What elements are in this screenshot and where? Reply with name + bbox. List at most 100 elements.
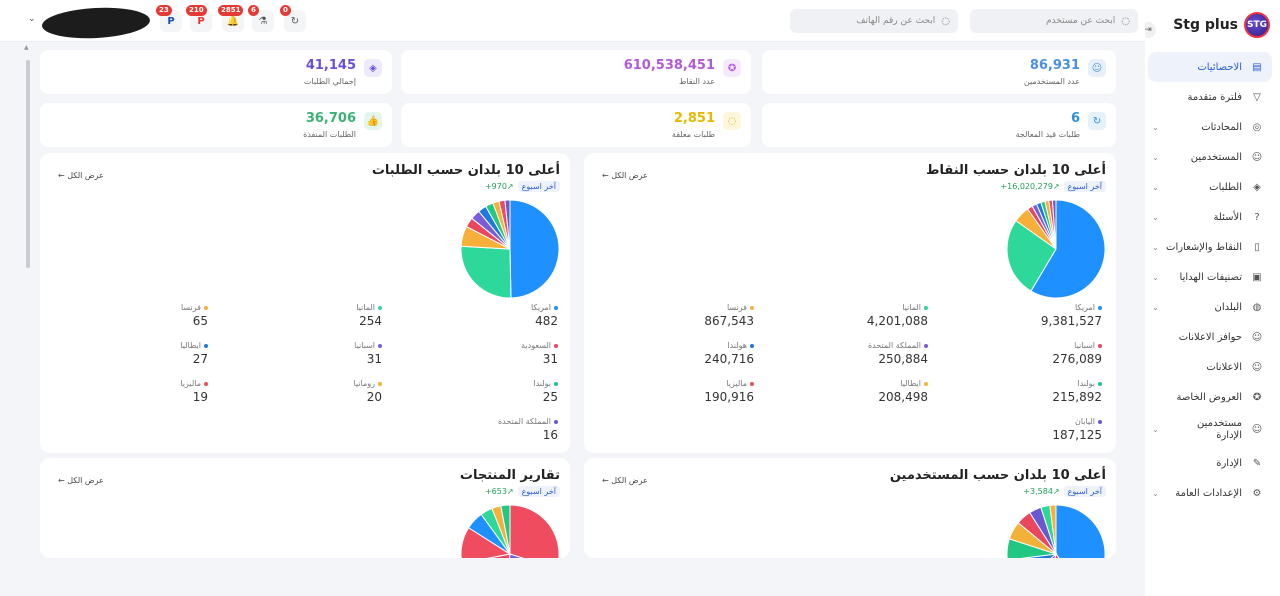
users-icon: ☺ (1088, 59, 1106, 77)
sidebar-item-label: الاعلانات (1206, 361, 1242, 373)
sidebar-item-12[interactable]: ☺ مستخدمين الإدارة ⌄ (1148, 412, 1272, 448)
legend-item: رومانيا 20 (292, 379, 382, 404)
chevron-down-icon[interactable]: ⌄ (28, 14, 36, 24)
sidebar-item-9[interactable]: ☺ حوافز الاعلانات (1148, 322, 1272, 352)
admin-icon: ✎ (1252, 457, 1262, 469)
search-phone-input[interactable]: ◌ ابحث عن رقم الهاتف (790, 9, 958, 33)
legend-name: ايطاليا (118, 341, 208, 350)
sidebar-item-10[interactable]: ☺ الاعلانات (1148, 352, 1272, 382)
legend-item: ايطاليا 27 (118, 341, 208, 366)
delta-text: 653+ (484, 487, 507, 496)
legend-dot (924, 343, 928, 348)
legend-value: 187,125 (1052, 428, 1102, 442)
legend-value: 31 (366, 352, 382, 366)
legend-name: ماليزيا (118, 379, 208, 388)
pie-slice[interactable] (509, 504, 560, 558)
sidebar-item-11[interactable]: ✪ العروض الخاصة (1148, 382, 1272, 412)
sidebar-item-label: الاحصائيات (1197, 61, 1242, 73)
sidebar-nav: ▤ الاحصائيات ▽ فلترة متقدمة ◎ المحادثات ⌄ ☺ المس… (1148, 52, 1272, 508)
badge-icon: ✪ (1252, 391, 1262, 403)
search-user-input[interactable]: ◌ ابحث عن مستخدم (970, 9, 1138, 33)
view-all-link[interactable]: عرض الكل ← (602, 476, 648, 485)
notification-badge: 210 (186, 5, 207, 16)
legend-value: 250,884 (878, 352, 928, 366)
card-title: تقارير المنتجات (459, 468, 560, 483)
refresh-button[interactable]: ↻ 0 (280, 5, 306, 32)
sidebar-item-5[interactable]: ? الأسئلة ⌄ (1148, 202, 1272, 232)
view-all-link[interactable]: عرض الكل ← (58, 476, 104, 485)
document-icon: ▯ (1254, 241, 1260, 253)
bell-icon: 🔔 (226, 15, 240, 27)
view-all-link[interactable]: عرض الكل ← (602, 171, 648, 180)
delta-text: 970+ (484, 182, 507, 191)
chevron-down-icon: ⌄ (1152, 425, 1159, 434)
flask-button[interactable]: ⚗ 6 (248, 5, 274, 32)
card-top-countries-users: أعلى 10 بلدان حسب المستخدمين آخر اسبوع ↗… (584, 458, 1116, 558)
pie-chart-orders (460, 199, 560, 299)
pie-chart-points (1006, 199, 1106, 299)
period-chip: آخر اسبوع ↗3,584+ (1023, 486, 1106, 497)
pie-slice[interactable] (460, 245, 512, 299)
legend-item: المملكة المتحدة 16 (468, 417, 558, 442)
pie-slice[interactable] (509, 199, 560, 299)
sidebar-item-2[interactable]: ◎ المحادثات ⌄ (1148, 112, 1272, 142)
brand-name: Stg plus (1173, 17, 1238, 33)
period-chip: آخر اسبوع ↗653+ (485, 486, 560, 497)
stat-label: الطلبات المنفذة (303, 130, 356, 139)
view-all-label: عرض الكل (67, 476, 104, 485)
stat-label: إجمالي الطلبات (303, 77, 356, 86)
legend-name: المملكة المتحدة (468, 417, 558, 426)
legend-item: بولندا 215,892 (1012, 379, 1102, 404)
period-chip: آخر اسبوع ↗970+ (485, 181, 560, 192)
legend-name: امريكا (468, 303, 558, 312)
card-top-countries-orders: أعلى 10 بلدان حسب الطلبات آخر اسبوع ↗970… (40, 153, 570, 453)
sidebar-item-14[interactable]: ⚙ الإعدادات العامة ⌄ (1148, 478, 1272, 508)
legend-value: 4,201,088 (866, 314, 928, 328)
legend-value: 25 (542, 390, 558, 404)
stat-card: ◈ 41,145 إجمالي الطلبات (40, 50, 392, 94)
paypal-blue-icon: P (167, 15, 175, 27)
stat-card: ☺ 86,931 عدد المستخدمين (762, 50, 1116, 94)
chevron-down-icon: ⌄ (1152, 488, 1159, 498)
legend-label: امريكا (1074, 303, 1095, 312)
search-user-placeholder: ابحث عن مستخدم (1045, 16, 1116, 26)
brand[interactable]: STG Stg plus ⇥ (1140, 10, 1270, 40)
legend-value: 208,498 (878, 390, 928, 404)
legend-dot (750, 381, 754, 386)
legend-label: المانيا (902, 303, 921, 312)
view-all-link[interactable]: عرض الكل ← (58, 171, 104, 180)
legend-dot (1098, 381, 1102, 386)
legend-item: ماليزيا 190,916 (664, 379, 754, 404)
card-title: أعلى 10 بلدان حسب المستخدمين (889, 468, 1106, 483)
sidebar-item-4[interactable]: ◈ الطلبات ⌄ (1148, 172, 1272, 202)
sidebar-item-0[interactable]: ▤ الاحصائيات (1148, 52, 1272, 82)
sidebar-item-8[interactable]: ◍ البلدان ⌄ (1148, 292, 1272, 322)
legend-label: ماليزيا (180, 379, 201, 388)
sidebar-item-3[interactable]: ☺ المستخدمين ⌄ (1148, 142, 1272, 172)
sidebar-item-label: الإدارة (1216, 457, 1242, 469)
period-label: آخر اسبوع (517, 181, 560, 192)
paypal-blue-button[interactable]: P 23 (156, 5, 182, 32)
avatar[interactable] (41, 5, 151, 41)
legend-name: بولندا (1012, 379, 1102, 388)
scrollbar-thumb[interactable] (26, 60, 30, 268)
pie-slice[interactable] (1055, 504, 1106, 558)
sidebar-item-6[interactable]: ▯ النقاط والإشعارات ⌄ (1148, 232, 1272, 262)
sidebar-item-7[interactable]: ▣ تصنيفات الهدايا ⌄ (1148, 262, 1272, 292)
legend-name: رومانيا (292, 379, 382, 388)
globe-icon: ◍ (1252, 301, 1262, 313)
sidebar-item-1[interactable]: ▽ فلترة متقدمة (1148, 82, 1272, 112)
chevron-down-icon: ⌄ (1152, 152, 1159, 162)
legend-value: 27 (192, 352, 208, 366)
scroll-up-arrow[interactable]: ▲ (24, 44, 29, 51)
paypal-red-button[interactable]: P 210 (186, 5, 212, 32)
stat-value: 86,931 (1029, 58, 1080, 73)
legend-label: بولندا (533, 379, 551, 388)
legend-dot (1098, 343, 1102, 348)
filter-icon: ▽ (1253, 91, 1261, 103)
sidebar-item-13[interactable]: ✎ الإدارة (1148, 448, 1272, 478)
notification-badge: 23 (156, 5, 172, 16)
bell-button[interactable]: 🔔 2851 (218, 5, 244, 32)
legend-item: المملكة المتحدة 250,884 (838, 341, 928, 366)
legend-dot (378, 381, 382, 386)
